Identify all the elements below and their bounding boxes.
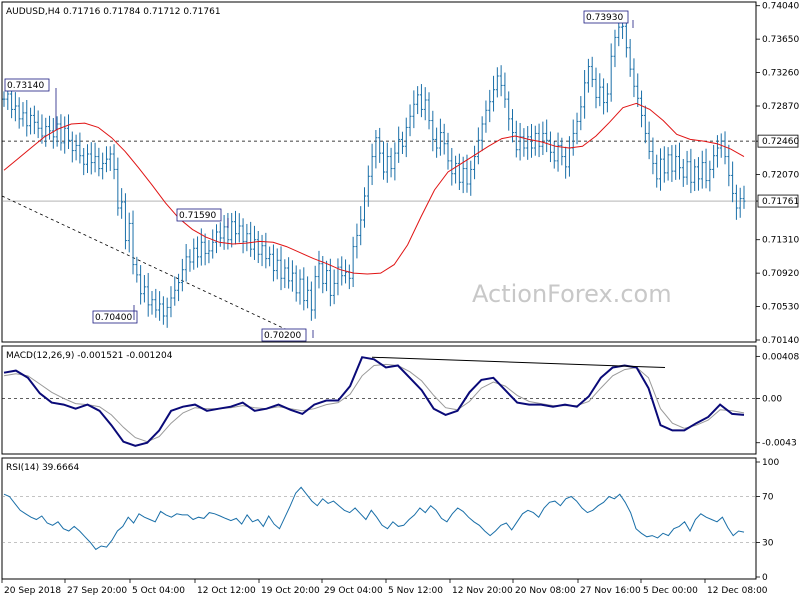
- price-axis-label: 0.71310: [762, 236, 799, 246]
- price-axis-label: 0.74040: [762, 2, 799, 12]
- macd-axis-label: 0.00: [762, 394, 782, 404]
- time-axis-label: 12 Dec 08:00: [707, 586, 768, 596]
- time-axis-label: 20 Sep 2018: [4, 586, 61, 596]
- rsi-axis-label: 30: [762, 539, 774, 549]
- time-axis-label: 27 Sep 20:00: [67, 586, 127, 596]
- time-axis-label: 12 Nov 20:00: [452, 586, 513, 596]
- rsi-panel-frame: [1, 457, 757, 580]
- time-axis-label: 5 Dec 00:00: [643, 586, 698, 596]
- price-axis-label: 0.72460: [762, 137, 799, 147]
- price-axis-label: 0.73260: [762, 69, 799, 79]
- time-axis-label: 12 Oct 12:00: [197, 586, 256, 596]
- rsi-chart-title: RSI(14) 39.6664: [6, 463, 79, 473]
- price-label-text: 0.73140: [7, 81, 44, 91]
- price-chart-title: AUDUSD,H4 0.71716 0.71784 0.71712 0.7176…: [6, 7, 221, 17]
- time-axis-label: 19 Oct 20:00: [261, 586, 320, 596]
- price-axis-label: 0.70140: [762, 336, 799, 346]
- macd-chart-title: MACD(12,26,9) -0.001521 -0.001204: [6, 351, 173, 361]
- time-axis-label: 5 Oct 04:00: [132, 586, 185, 596]
- macd-axis-label: -0.0043: [762, 439, 797, 449]
- chart-canvas: 0.73140 0.70400 0.71590 0.70200 0.73930 0.74…: [1, 1, 800, 596]
- price-axis-label: 0.70920: [762, 269, 799, 279]
- time-axis-label: 27 Nov 16:00: [580, 586, 641, 596]
- price-axis-label: 0.72870: [762, 102, 799, 112]
- price-axis-label: 0.73650: [762, 35, 799, 45]
- price-axis-label: 0.70530: [762, 303, 799, 313]
- time-axis-label: 5 Nov 12:00: [388, 586, 443, 596]
- price-axis-label: 0.71761: [762, 197, 799, 207]
- price-label-text: 0.70400: [95, 313, 132, 323]
- rsi-axis-label: 0: [762, 573, 768, 583]
- time-axis-label: 20 Nov 08:00: [515, 586, 576, 596]
- rsi-axis-label: 100: [762, 458, 779, 468]
- rsi-axis-label: 70: [762, 493, 774, 503]
- time-axis-label: 29 Oct 04:00: [324, 586, 383, 596]
- price-label-text: 0.70200: [264, 331, 301, 341]
- macd-axis-label: 0.004085: [762, 352, 800, 362]
- price-axis-label: 0.72070: [762, 171, 799, 181]
- watermark: ActionForex.com: [472, 280, 672, 308]
- price-label-text: 0.71590: [179, 211, 216, 221]
- price-label-text: 0.73930: [586, 13, 623, 23]
